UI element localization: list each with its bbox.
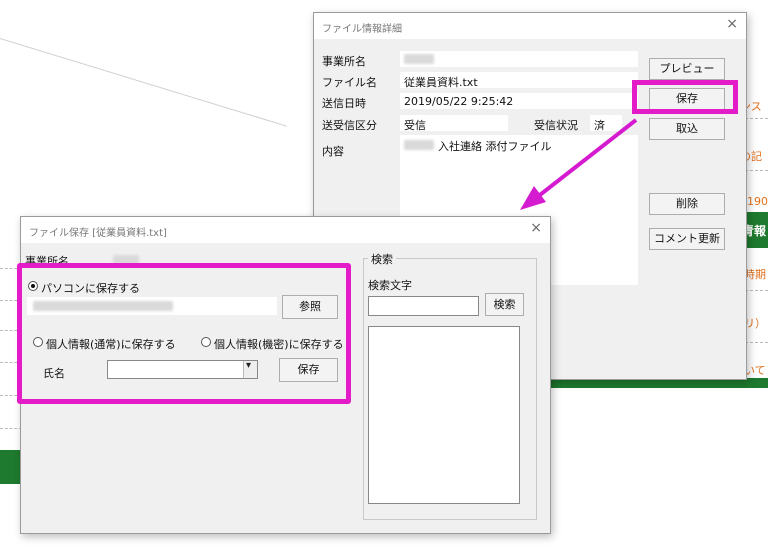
search-group: 検索 検索文字 検索	[363, 251, 537, 520]
search-results-list[interactable]	[368, 326, 520, 504]
search-text-label: 検索文字	[368, 279, 412, 292]
search-input[interactable]	[368, 296, 479, 316]
titlebar: ファイル保存 [従業員資料.txt] ×	[21, 217, 550, 243]
search-button[interactable]: 検索	[485, 293, 524, 316]
dialog-title: ファイル保存 [従業員資料.txt]	[29, 228, 167, 239]
search-group-title: 検索	[368, 251, 396, 267]
save-options-highlight	[17, 263, 351, 404]
close-icon[interactable]: ×	[530, 221, 542, 235]
